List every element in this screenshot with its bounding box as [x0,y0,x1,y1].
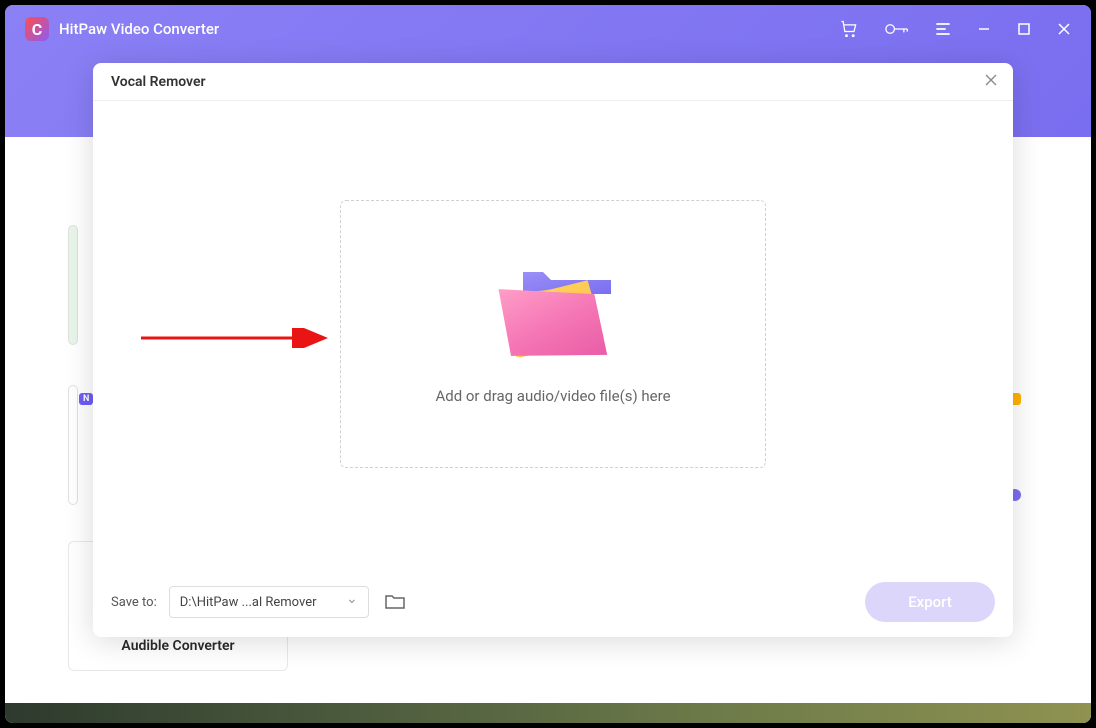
modal-header: Vocal Remover [93,63,1013,101]
annotation-arrow [137,328,337,352]
folder-icon [493,264,613,359]
background-card [68,225,78,345]
background-card [68,385,78,505]
save-to-label: Save to: [111,595,157,610]
minimize-icon[interactable] [977,22,991,36]
app-logo: C [25,17,49,41]
modal-footer: Save to: D:\HitPaw ...al Remover Export [93,567,1013,637]
export-button[interactable]: Export [865,582,995,622]
card-label: Audible Converter [121,638,234,654]
file-dropzone[interactable]: Add or drag audio/video file(s) here [340,200,766,468]
key-icon[interactable] [885,21,909,37]
browse-folder-button[interactable] [381,588,409,616]
save-path-dropdown[interactable]: D:\HitPaw ...al Remover [169,586,369,618]
dropzone-label: Add or drag audio/video file(s) here [435,387,670,405]
app-title: HitPaw Video Converter [59,20,219,38]
maximize-icon[interactable] [1017,22,1031,36]
modal-title: Vocal Remover [111,74,206,90]
hamburger-menu-icon[interactable] [935,22,951,36]
modal-close-button[interactable] [983,72,999,92]
cart-icon[interactable] [839,19,859,39]
bottom-decoration [5,703,1091,723]
new-badge: N [79,393,93,405]
save-path-value: D:\HitPaw ...al Remover [180,595,317,610]
close-window-icon[interactable] [1057,22,1071,36]
